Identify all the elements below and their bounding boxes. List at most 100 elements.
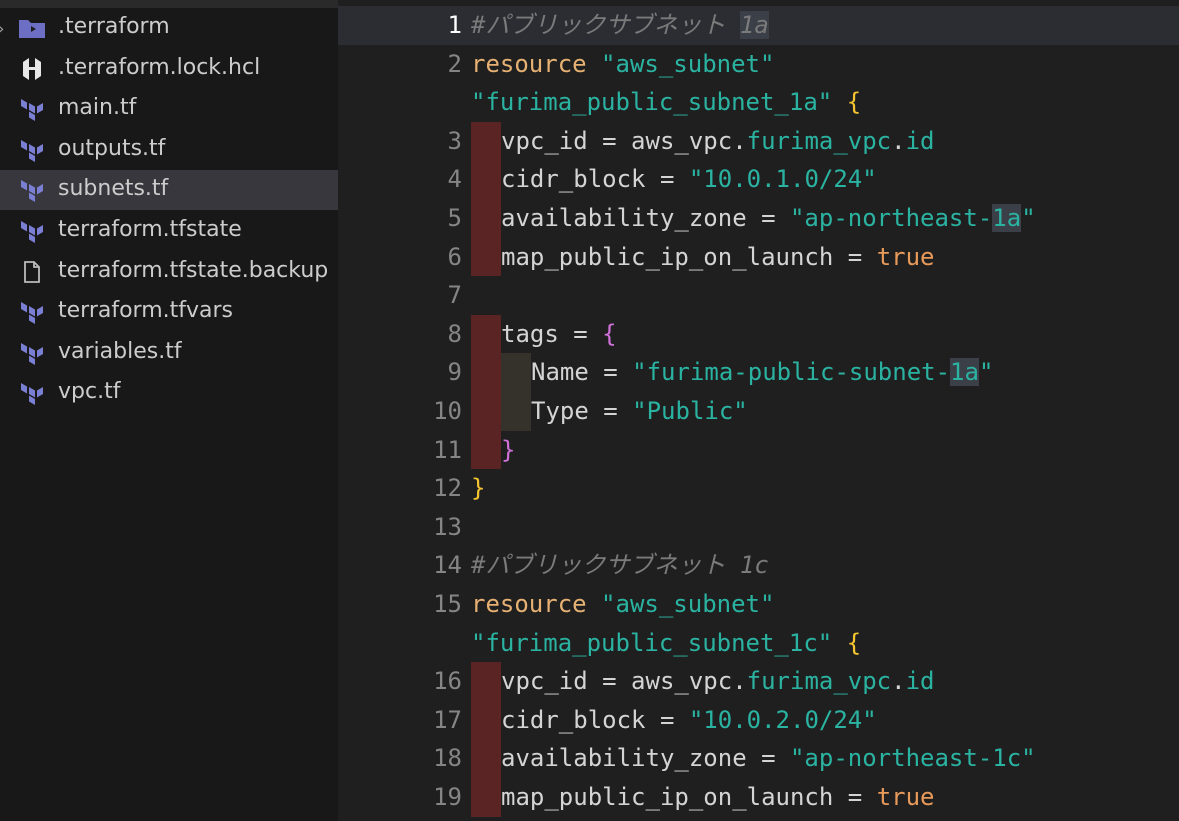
code-line[interactable]: 12} (338, 469, 1179, 508)
code-line[interactable]: 13 (338, 508, 1179, 547)
code-line[interactable]: 1 #パブリックサブネット 1a (338, 6, 1179, 45)
code-line[interactable]: 8 tags = { (338, 314, 1179, 354)
indent-guide-modified (471, 739, 501, 778)
code-token: furima_vpc (746, 126, 892, 155)
file-item-outputs-tf[interactable]: outputs.tf (0, 130, 338, 170)
file-item-subnets-tf[interactable]: subnets.tf (0, 170, 338, 211)
code-token: } (501, 435, 516, 464)
code-line[interactable]: 5 availability_zone = "ap-northeast-1a" (338, 199, 1179, 238)
code-line[interactable]: 11} (338, 430, 1179, 470)
code-token: { (602, 319, 617, 348)
code-token: availability_zone = (501, 204, 790, 232)
file-explorer: › .terraform .terraform.lock.hcl main.tf out… (0, 0, 338, 821)
file-item-terraform-lock-hcl[interactable]: .terraform.lock.hcl (0, 49, 338, 89)
code-line[interactable]: 3 vpc_id = aws_vpc.furima_vpc.id (338, 121, 1179, 161)
code-line[interactable]: 19 map_public_ip_on_launch = true (338, 778, 1179, 817)
file-item-label: subnets.tf (58, 176, 169, 202)
indent-guide-modified (471, 121, 501, 161)
code-token: id (905, 126, 935, 155)
line-number: 10 (433, 397, 462, 425)
line-number: 18 (433, 744, 462, 773)
file-item-label: .terraform (58, 14, 170, 39)
code-token: 1a (739, 11, 769, 39)
line-number: 15 (433, 590, 462, 618)
code-line[interactable]: 7 (338, 276, 1179, 315)
folder-icon (18, 15, 46, 41)
code-line[interactable]: 18 availability_zone = "ap-northeast-1c" (338, 739, 1179, 778)
code-line[interactable]: 14 #パブリックサブネット 1c (338, 546, 1179, 585)
code-token: cidr_block = (501, 165, 689, 194)
code-token: . (891, 667, 906, 696)
chevron-right-icon[interactable]: › (0, 19, 4, 38)
code-token: vpc_id = aws_vpc. (501, 667, 747, 696)
line-number: 4 (447, 165, 462, 194)
code-line[interactable]: 9 Name = "furima-public-subnet-1a" (338, 353, 1179, 392)
code-line[interactable]: "furima_public_subnet_1a" { (338, 83, 1179, 122)
line-number: 12 (433, 474, 462, 503)
indent-guide-modified (471, 778, 501, 817)
code-token: "ap-northeast- (789, 204, 993, 232)
code-text: availability_zone = "ap-northeast-1a" (501, 199, 1036, 238)
line-number: 5 (447, 204, 462, 232)
code-line[interactable]: 17 cidr_block = "10.0.2.0/24" (338, 700, 1179, 740)
file-item-terraform-tfstate-backup[interactable]: terraform.tfstate.backup (0, 252, 338, 292)
code-token: true (876, 783, 935, 811)
line-number: 1 (447, 11, 462, 39)
code-token: map_public_ip_on_launch = (501, 783, 877, 811)
code-token: "aws_subnet" (601, 49, 775, 78)
file-item-label: main.tf (58, 95, 137, 121)
line-number: 2 (447, 49, 462, 78)
line-number: 6 (447, 242, 462, 271)
code-line[interactable]: "furima_public_subnet_1c" { (338, 624, 1179, 663)
code-line[interactable]: 2 resource "aws_subnet" (338, 45, 1179, 84)
file-item-main-tf[interactable]: main.tf (0, 89, 338, 129)
line-number: 9 (447, 358, 462, 387)
line-number: 17 (433, 705, 462, 734)
code-text: resource "aws_subnet" (471, 45, 774, 84)
code-token: " (978, 358, 994, 387)
code-text: resource "aws_subnet" (471, 585, 774, 624)
code-token: resource (471, 590, 602, 618)
code-text: #パブリックサブネット 1a (471, 6, 769, 45)
code-line[interactable]: 6 map_public_ip_on_launch = true (338, 237, 1179, 277)
indent-guide-nested (501, 392, 531, 431)
indent-guide-modified (471, 353, 501, 392)
code-token: { (846, 88, 862, 117)
code-token: 1a (950, 358, 979, 387)
file-item-terraform-tfvars[interactable]: terraform.tfvars (0, 292, 338, 332)
code-token: Type = (531, 397, 633, 425)
code-line[interactable]: 15 resource "aws_subnet" (338, 585, 1179, 624)
terraform-icon (18, 177, 46, 203)
file-item-label: .terraform.lock.hcl (58, 54, 261, 80)
code-token: "10.0.2.0/24" (688, 705, 877, 734)
code-text: cidr_block = "10.0.1.0/24" (501, 160, 877, 199)
file-item-vpc-tf[interactable]: vpc.tf (0, 373, 338, 413)
file-item-variables-tf[interactable]: variables.tf (0, 333, 338, 373)
file-item-label: terraform.tfstate.backup (58, 257, 329, 283)
file-item-label: terraform.tfstate (58, 217, 242, 242)
file-item-label: terraform.tfvars (58, 298, 234, 324)
terraform-icon (18, 340, 46, 366)
code-line[interactable]: 10 Type = "Public" (338, 392, 1179, 431)
code-text: "furima_public_subnet_1a" { (471, 83, 861, 122)
terraform-icon (18, 299, 46, 325)
terraform-icon (18, 380, 46, 406)
code-token: id (905, 667, 935, 696)
code-token: cidr_block = (501, 705, 689, 734)
code-text: Type = "Public" (531, 392, 748, 431)
file-item-terraform[interactable]: › .terraform (0, 8, 338, 48)
code-line[interactable]: 16 vpc_id = aws_vpc.furima_vpc.id (338, 662, 1179, 701)
code-token: "furima-public-subnet- (632, 358, 951, 387)
code-editor[interactable]: 1 #パブリックサブネット 1a 2 resource "aws_subnet" "fu… (338, 0, 1179, 821)
code-line[interactable]: 4 cidr_block = "10.0.1.0/24" (338, 160, 1179, 199)
code-token: "furima_public_subnet_1c" (471, 628, 847, 657)
indent-guide-modified (471, 662, 501, 701)
code-token: resource (471, 49, 602, 78)
code-text: Name = "furima-public-subnet-1a" (531, 353, 993, 392)
line-number: 11 (433, 435, 462, 464)
indent-guide-modified (471, 392, 501, 431)
code-text: } (471, 469, 485, 508)
code-text: vpc_id = aws_vpc.furima_vpc.id (501, 122, 935, 161)
code-token: { (846, 628, 862, 657)
file-item-terraform-tfstate[interactable]: terraform.tfstate (0, 211, 338, 251)
